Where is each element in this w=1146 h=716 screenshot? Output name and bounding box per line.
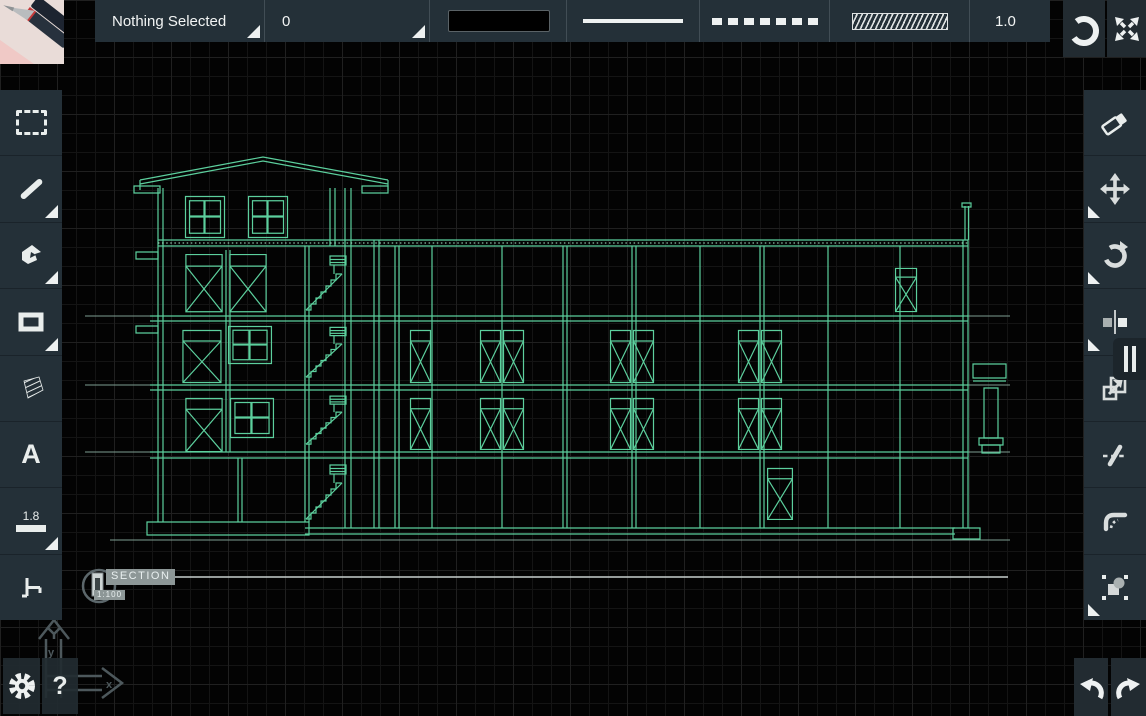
text-tool-button[interactable]: A [0, 422, 62, 488]
flyout-corner-icon [45, 271, 58, 284]
hatch-tool-button[interactable] [0, 356, 62, 422]
ortho-tool-button[interactable] [0, 555, 62, 620]
redo-button[interactable] [1111, 658, 1146, 716]
select-tool-button[interactable] [0, 90, 62, 156]
flyout-corner-icon [1088, 272, 1100, 284]
fullscreen-button[interactable] [1107, 0, 1146, 57]
trim-tool-button[interactable] [1084, 422, 1146, 488]
linetype-solid-picker[interactable] [567, 0, 700, 42]
selection-status-text: Nothing Selected [95, 13, 226, 30]
selection-status-dropdown[interactable]: Nothing Selected [95, 0, 265, 42]
dropdown-corner-icon [247, 25, 260, 38]
flyout-corner-icon [1088, 339, 1100, 351]
ortho-axis-icon [18, 575, 45, 600]
flyout-corner-icon [1088, 206, 1100, 218]
rotate-tool-button[interactable] [1084, 223, 1146, 289]
flyout-corner-icon [45, 537, 58, 550]
lineweight-text: 1.0 [970, 13, 1016, 30]
undo-icon [1078, 672, 1104, 702]
drawing-canvas[interactable]: SECTION 1:100 x y [0, 0, 1146, 716]
dashed-line-icon [712, 18, 818, 25]
polyline-tool-button[interactable] [0, 223, 62, 289]
section-title-text: SECTION [106, 569, 175, 585]
hatch-pattern-icon [852, 13, 948, 30]
rotate-reset-icon [1065, 10, 1103, 48]
line-icon [19, 178, 43, 201]
settings-button[interactable] [3, 658, 40, 714]
flyout-corner-icon [1088, 604, 1100, 616]
offset-parallel-icon [1124, 346, 1128, 372]
rectangle-tool-button[interactable] [0, 289, 62, 355]
fillet-icon [1100, 507, 1130, 535]
rectangle-icon [17, 310, 45, 334]
offset-tool-flyout[interactable] [1113, 338, 1146, 380]
fullscreen-expand-icon [1112, 14, 1142, 44]
selection-marquee-icon [16, 110, 47, 135]
mirror-icon [1101, 308, 1129, 336]
fillet-tool-button[interactable] [1084, 488, 1146, 554]
rotate-icon [1100, 240, 1130, 270]
erase-tool-button[interactable] [1084, 90, 1146, 156]
draw-toolbar: A 1.8 [0, 90, 62, 620]
hatch-pattern-picker[interactable] [830, 0, 970, 42]
solid-line-icon [583, 19, 683, 23]
flyout-corner-icon [45, 338, 58, 351]
help-icon: ? [52, 672, 67, 701]
building-section-drawing [0, 0, 1146, 716]
flyout-corner-icon [45, 205, 58, 218]
polyline-icon [17, 243, 45, 267]
move-icon [1100, 173, 1130, 205]
stretch-grips-icon [1100, 572, 1130, 602]
stretch-tool-button[interactable] [1084, 555, 1146, 620]
redo-icon [1116, 672, 1142, 702]
lineweight-picker[interactable]: 1.0 [970, 0, 1050, 42]
color-picker[interactable] [430, 0, 567, 42]
trim-icon [1101, 441, 1129, 469]
svg-text:x: x [106, 679, 113, 691]
move-tool-button[interactable] [1084, 156, 1146, 222]
layer-dropdown[interactable]: 0 [265, 0, 430, 42]
app-logo-icon[interactable] [0, 0, 64, 64]
offset-parallel-icon [1132, 346, 1136, 372]
text-tool-icon: A [21, 439, 41, 470]
settings-gear-icon [6, 670, 38, 702]
reset-view-button[interactable] [1063, 0, 1105, 57]
hatch-icon [16, 375, 46, 401]
dimension-icon: 1.8 [16, 509, 46, 532]
dimension-tool-button[interactable]: 1.8 [0, 488, 62, 554]
property-bar: Nothing Selected 0 1.0 [95, 0, 1050, 42]
color-swatch-icon [448, 10, 550, 32]
undo-button[interactable] [1074, 658, 1108, 716]
help-button[interactable]: ? [42, 658, 78, 714]
dropdown-corner-icon [412, 25, 425, 38]
linetype-dashed-picker[interactable] [700, 0, 830, 42]
line-tool-button[interactable] [0, 156, 62, 222]
eraser-icon [1100, 109, 1130, 137]
layer-value-text: 0 [265, 13, 290, 30]
section-scale-text: 1:100 [94, 590, 125, 600]
